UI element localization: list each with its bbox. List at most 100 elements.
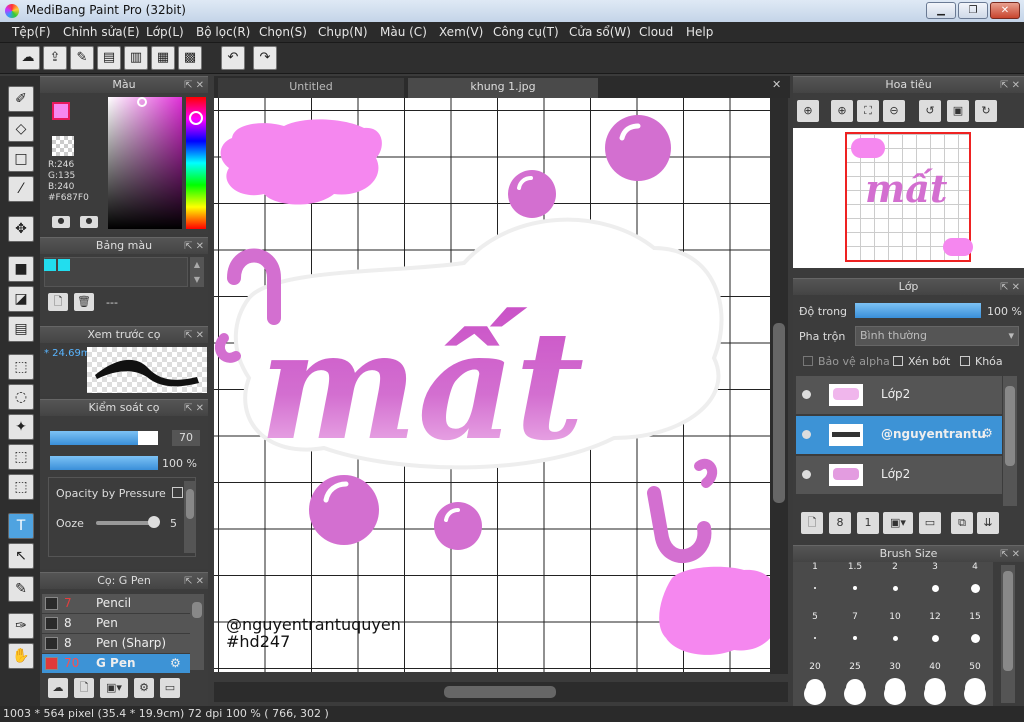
eye-icon[interactable] — [802, 430, 811, 439]
menu-edit[interactable]: Chỉnh sửa(E) — [63, 25, 140, 39]
operation-tool-icon[interactable]: ↖ — [8, 543, 34, 569]
brush-size-scrollbar[interactable] — [1001, 565, 1015, 703]
palette-new-icon[interactable]: 🗋 — [48, 293, 68, 311]
layer-list-scrollbar[interactable] — [1003, 376, 1017, 506]
new-layer-icon[interactable]: 🗋 — [801, 512, 823, 534]
ooze-slider-handle[interactable] — [148, 516, 160, 528]
panel-close-icon[interactable]: ⇱ ✕ — [1000, 78, 1020, 94]
panel-close-icon[interactable]: ⇱ ✕ — [184, 574, 204, 590]
brush-list-item[interactable]: 7 Pencil — [42, 594, 190, 613]
vertical-scroll-thumb[interactable] — [773, 323, 785, 503]
brush-size-dot[interactable] — [804, 683, 826, 705]
menu-tools[interactable]: Công cụ(T) — [493, 25, 559, 39]
clipping-checkbox[interactable] — [893, 356, 903, 366]
select-pen-tool-icon[interactable]: ⬚ — [8, 444, 34, 470]
menu-window[interactable]: Cửa sổ(W) — [569, 25, 631, 39]
menu-color[interactable]: Màu (C) — [380, 25, 427, 39]
bucket-tool-icon[interactable]: ◪ — [8, 286, 34, 312]
color-picker-cursor[interactable] — [137, 97, 147, 107]
minimize-button[interactable]: ▁ — [926, 2, 956, 19]
palette-scrollbar[interactable]: ▲ ▼ — [190, 257, 204, 287]
brush-new-icon[interactable]: 🗋 — [74, 678, 94, 698]
brush-size-cell[interactable]: 7 — [836, 612, 874, 658]
menu-cloud[interactable]: Cloud — [639, 25, 673, 39]
grid-layout-icon[interactable]: ▩ — [178, 46, 202, 70]
brush-size-cell[interactable]: 2 — [876, 562, 914, 608]
protect-alpha-checkbox[interactable] — [803, 356, 813, 366]
menu-snap[interactable]: Chụp(N) — [318, 25, 368, 39]
brush-size-slider[interactable] — [50, 431, 158, 445]
lock-checkbox[interactable] — [960, 356, 970, 366]
color-mode-button-2[interactable]: ● — [80, 216, 98, 228]
brush-size-dot[interactable] — [884, 683, 906, 705]
layer-row-selected[interactable]: @nguyentrantu ⚙ — [796, 416, 1002, 454]
layer-opacity-slider[interactable] — [855, 303, 981, 318]
divide-tool-icon[interactable]: ✎ — [8, 576, 34, 602]
rotate-right-icon[interactable]: ↻ — [975, 100, 997, 122]
brush-control-scrollbar[interactable] — [184, 481, 196, 553]
hand-tool-icon[interactable]: ✋ — [8, 643, 34, 669]
panel-close-icon[interactable]: ⇱ ✕ — [1000, 547, 1020, 563]
zoom-out-icon[interactable]: ⊖ — [883, 100, 905, 122]
brush-size-dot[interactable] — [844, 683, 866, 705]
gradient-tool-icon[interactable]: ▤ — [8, 316, 34, 342]
brush-size-cell[interactable]: 4 — [956, 562, 994, 608]
lasso-tool-icon[interactable]: ◌ — [8, 384, 34, 410]
brush-size-cell[interactable]: 5 — [796, 612, 834, 658]
brush-settings-icon[interactable]: ⚙ — [134, 678, 154, 698]
eye-icon[interactable] — [802, 390, 811, 399]
duplicate-layer-icon[interactable]: ⧉ — [951, 512, 973, 534]
brush-size-value[interactable]: 70 — [172, 430, 200, 446]
text-tool-icon[interactable]: T — [8, 513, 34, 539]
rectangle-tool-icon[interactable]: □ — [8, 146, 34, 172]
comment-icon[interactable]: ✎ — [70, 46, 94, 70]
brush-cloud-icon[interactable]: ☁ — [48, 678, 68, 698]
dot-brush-tool-icon[interactable]: ⁄ — [8, 176, 34, 202]
magic-wand-tool-icon[interactable]: ✦ — [8, 414, 34, 440]
panel-close-icon[interactable]: ⇱ ✕ — [184, 328, 204, 344]
brush-list-item-selected[interactable]: 70 G Pen ⚙ — [42, 654, 190, 673]
navigator-viewport-frame[interactable]: mất — [845, 132, 973, 262]
document-icon[interactable]: ▥ — [124, 46, 148, 70]
redo-icon[interactable]: ↷ — [253, 46, 277, 70]
share-icon[interactable]: ⇪ — [43, 46, 67, 70]
brush-list-item[interactable]: 8 Pen (Sharp) — [42, 634, 190, 653]
menu-layer[interactable]: Lớp(L) — [146, 25, 184, 39]
folder-icon[interactable]: ▭ — [919, 512, 941, 534]
fill-rect-tool-icon[interactable]: ■ — [8, 256, 34, 282]
menu-help[interactable]: Help — [686, 25, 713, 39]
panel-close-icon[interactable]: ⇱ ✕ — [184, 239, 204, 255]
rotate-left-icon[interactable]: ↺ — [919, 100, 941, 122]
maximize-button[interactable]: ❐ — [958, 2, 988, 19]
select-eraser-tool-icon[interactable]: ⬚ — [8, 474, 34, 500]
brush-opacity-slider[interactable] — [50, 456, 158, 470]
brush-size-cell[interactable]: 12 — [916, 612, 954, 658]
brush-add-icon[interactable]: ▣▾ — [100, 678, 128, 698]
brush-size-cell[interactable]: 1.5 — [836, 562, 874, 608]
opacity-by-pressure-checkbox[interactable] — [172, 487, 183, 498]
color-mode-button[interactable]: ● — [52, 216, 70, 228]
eye-icon[interactable] — [802, 470, 811, 479]
layer-row[interactable]: Lớp2 — [796, 376, 1002, 414]
new-8bit-layer-icon[interactable]: 8 — [829, 512, 851, 534]
zoom-in-icon[interactable]: ⊕ — [797, 100, 819, 122]
merge-layer-icon[interactable]: ⇊ — [977, 512, 999, 534]
layer-row[interactable]: Lớp2 — [796, 456, 1002, 494]
palette-swatch[interactable] — [58, 259, 70, 271]
navigator-preview[interactable]: mất — [793, 128, 1024, 268]
brush-folder-icon[interactable]: ▭ — [160, 678, 180, 698]
brush-size-cell[interactable]: 3 — [916, 562, 954, 608]
palette-delete-icon[interactable]: 🗑 — [74, 293, 94, 311]
primary-color-swatch[interactable] — [52, 102, 70, 120]
layer-blend-select[interactable]: Bình thường ▾ — [855, 326, 1019, 346]
panel-close-icon[interactable]: ⇱ ✕ — [184, 78, 204, 94]
panel-close-icon[interactable]: ⇱ ✕ — [1000, 280, 1020, 296]
tab-untitled[interactable]: Untitled — [218, 78, 404, 98]
tab-close-icon[interactable]: ✕ — [772, 78, 781, 91]
canvas-vertical-scrollbar[interactable] — [770, 98, 788, 674]
brush-list-item[interactable]: 8 Pen — [42, 614, 190, 633]
gear-icon[interactable]: ⚙ — [170, 654, 181, 672]
select-rect-tool-icon[interactable]: ⬚ — [8, 354, 34, 380]
menu-view[interactable]: Xem(V) — [439, 25, 483, 39]
hue-slider-handle[interactable] — [189, 111, 203, 125]
